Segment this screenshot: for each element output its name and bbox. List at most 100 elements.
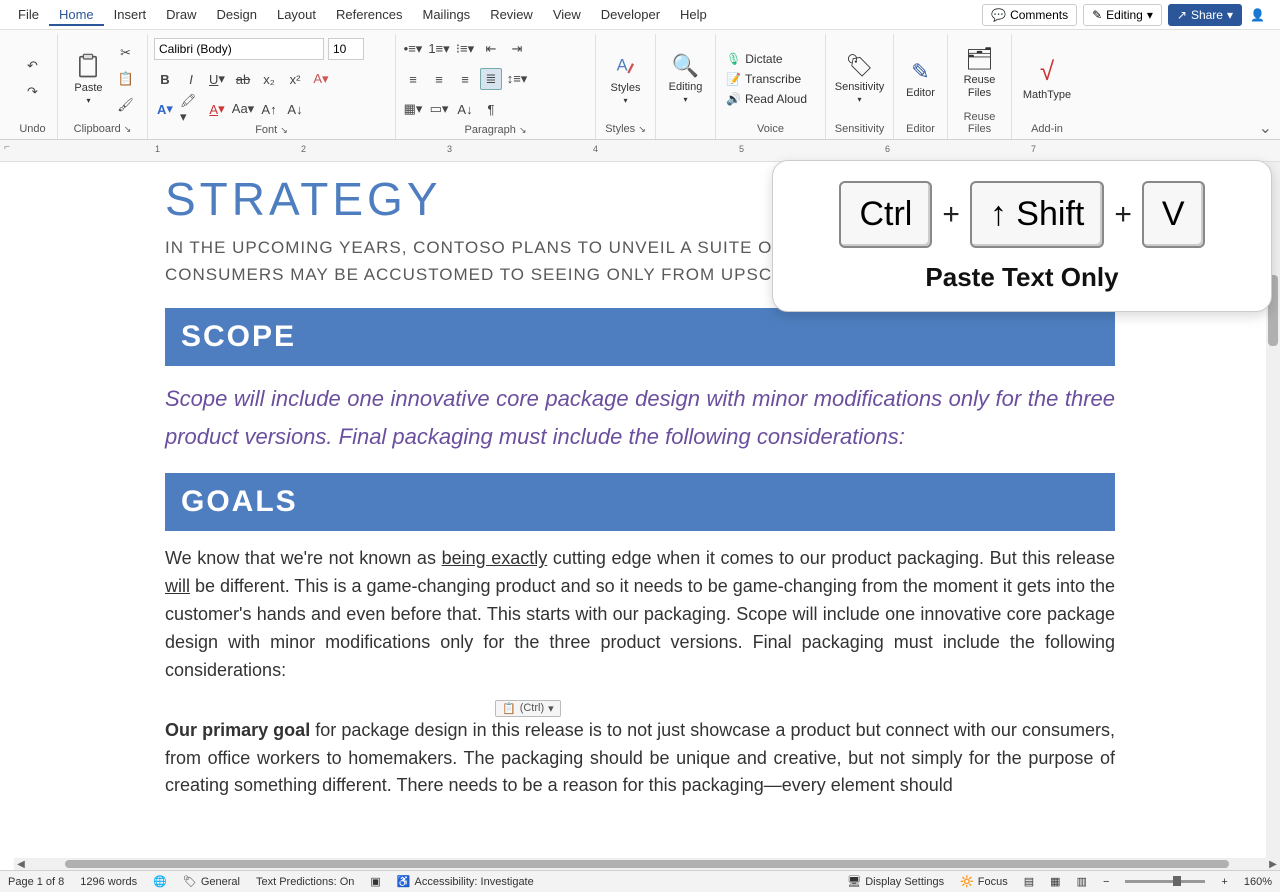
sort-button[interactable]: A↓ [454, 98, 476, 120]
read-aloud-button[interactable]: 🔊Read Aloud [722, 90, 819, 108]
shrink-font-button[interactable]: A↓ [284, 98, 306, 120]
statusbar: Page 1 of 8 1296 words 🌐 🏷General Text P… [0, 870, 1280, 892]
transcribe-button[interactable]: 📝Transcribe [722, 70, 819, 88]
styles-button[interactable]: A Styles▾ [605, 48, 647, 109]
align-right-button[interactable]: ≡ [454, 68, 476, 90]
font-name-select[interactable] [154, 38, 324, 60]
hscroll-right-arrow[interactable]: ▶ [1266, 858, 1280, 870]
menu-design[interactable]: Design [207, 3, 267, 26]
zoom-slider[interactable] [1125, 880, 1205, 883]
display-settings-button[interactable]: 🖥Display Settings [847, 875, 944, 888]
menu-insert[interactable]: Insert [104, 3, 157, 26]
editing-button[interactable]: 🔍 Editing▾ [663, 49, 709, 108]
voice-group-label: Voice [722, 121, 819, 137]
highlight-button[interactable]: 🖍▾ [180, 98, 202, 120]
ruler-tick: 7 [1031, 144, 1036, 154]
comment-icon: 💬 [991, 8, 1006, 22]
view-web-button[interactable]: ▥ [1077, 875, 1087, 888]
increase-indent-button[interactable]: ⇥ [506, 38, 528, 60]
decrease-indent-button[interactable]: ⇤ [480, 38, 502, 60]
menu-references[interactable]: References [326, 3, 412, 26]
underline-button[interactable]: U▾ [206, 68, 228, 90]
cut-button[interactable]: ✂ [115, 42, 137, 64]
superscript-button[interactable]: x² [284, 68, 306, 90]
hscroll-left-arrow[interactable]: ◀ [14, 858, 28, 870]
menu-help[interactable]: Help [670, 3, 717, 26]
numbering-button[interactable]: 1≡▾ [428, 38, 450, 60]
view-print-button[interactable]: ▦ [1050, 875, 1060, 888]
bold-button[interactable]: B [154, 68, 176, 90]
undo-button[interactable]: ↶ [22, 55, 44, 77]
key-shift: ↑ Shift [970, 181, 1104, 248]
status-accessibility[interactable]: ♿Accessibility: Investigate [397, 875, 534, 888]
change-case-button[interactable]: Aa▾ [232, 98, 254, 120]
editor-button[interactable]: ✎ Editor [900, 55, 941, 103]
redo-button[interactable]: ↷ [22, 81, 44, 103]
menu-mailings[interactable]: Mailings [413, 3, 481, 26]
sensitivity-button[interactable]: 🏷 Sensitivity▾ [829, 49, 891, 108]
share-icon: ↗ [1177, 8, 1187, 22]
ruler[interactable]: ⌐ 1234567 [0, 140, 1280, 162]
clipboard-icon [74, 52, 102, 80]
paste-button[interactable]: Paste▾ [68, 48, 108, 109]
font-color-button[interactable]: A▾ [154, 98, 176, 120]
collapse-ribbon-button[interactable]: ⌄ [1259, 118, 1272, 138]
dictate-button[interactable]: 🎙Dictate [722, 50, 819, 68]
comments-button[interactable]: 💬Comments [982, 4, 1077, 26]
shading-button[interactable]: ▦▾ [402, 98, 424, 120]
paste-options-tag[interactable]: 📋(Ctrl)▾ [495, 700, 561, 717]
horizontal-scrollbar[interactable] [28, 858, 1266, 870]
status-predictions[interactable]: Text Predictions: On [256, 876, 354, 888]
svg-text:A: A [616, 57, 627, 75]
ruler-tick: 2 [301, 144, 306, 154]
account-button[interactable]: 👤 [1248, 6, 1272, 24]
zoom-in-button[interactable]: + [1221, 876, 1227, 888]
zoom-out-button[interactable]: − [1103, 876, 1109, 888]
horizontal-scroll-thumb[interactable] [65, 860, 1229, 868]
reuse-files-group-label: Reuse Files [954, 109, 1005, 137]
editing-button[interactable]: ✎Editing▾ [1083, 4, 1162, 26]
status-general[interactable]: 🏷General [183, 875, 240, 888]
menu-view[interactable]: View [543, 3, 591, 26]
align-left-button[interactable]: ≡ [402, 68, 424, 90]
mathtype-button[interactable]: √ MathType [1017, 52, 1077, 105]
ruler-tick: 6 [885, 144, 890, 154]
view-read-button[interactable]: ▤ [1024, 875, 1034, 888]
multilevel-button[interactable]: ⁝≡▾ [454, 38, 476, 60]
status-words[interactable]: 1296 words [80, 876, 137, 888]
grow-font-button[interactable]: A↑ [258, 98, 280, 120]
strikethrough-button[interactable]: ab [232, 68, 254, 90]
tag-icon: 🏷 [846, 53, 874, 79]
focus-button[interactable]: 🔆Focus [960, 875, 1008, 888]
subscript-button[interactable]: x₂ [258, 68, 280, 90]
menu-home[interactable]: Home [49, 3, 104, 26]
line-spacing-button[interactable]: ↕≡▾ [506, 68, 528, 90]
styles-group-label: Styles ↘ [602, 121, 649, 137]
menu-file[interactable]: File [8, 3, 49, 26]
search-icon: 🔍 [672, 53, 699, 79]
menu-layout[interactable]: Layout [267, 3, 326, 26]
chevron-down-icon: ▾ [86, 96, 90, 105]
reuse-files-button[interactable]: 🗂 Reuse Files [958, 42, 1002, 102]
format-painter-button[interactable]: 🖌 [115, 94, 137, 116]
align-center-button[interactable]: ≡ [428, 68, 450, 90]
sqrt-icon: √ [1040, 56, 1054, 87]
italic-button[interactable]: I [180, 68, 202, 90]
text-effects-button[interactable]: A▾ [310, 68, 332, 90]
status-language[interactable]: 🌐 [153, 875, 167, 888]
menu-draw[interactable]: Draw [156, 3, 206, 26]
share-button[interactable]: ↗Share▾ [1168, 4, 1242, 26]
status-macros[interactable]: ▣ [370, 875, 380, 888]
justify-button[interactable]: ≣ [480, 68, 502, 90]
font-size-select[interactable] [328, 38, 364, 60]
menu-developer[interactable]: Developer [591, 3, 670, 26]
borders-button[interactable]: ▭▾ [428, 98, 450, 120]
status-page[interactable]: Page 1 of 8 [8, 876, 64, 888]
font-fill-button[interactable]: A▾ [206, 98, 228, 120]
zoom-level[interactable]: 160% [1244, 876, 1272, 888]
zoom-thumb[interactable] [1173, 876, 1181, 886]
copy-button[interactable]: 📋 [115, 68, 137, 90]
bullets-button[interactable]: •≡▾ [402, 38, 424, 60]
show-marks-button[interactable]: ¶ [480, 98, 502, 120]
menu-review[interactable]: Review [480, 3, 543, 26]
